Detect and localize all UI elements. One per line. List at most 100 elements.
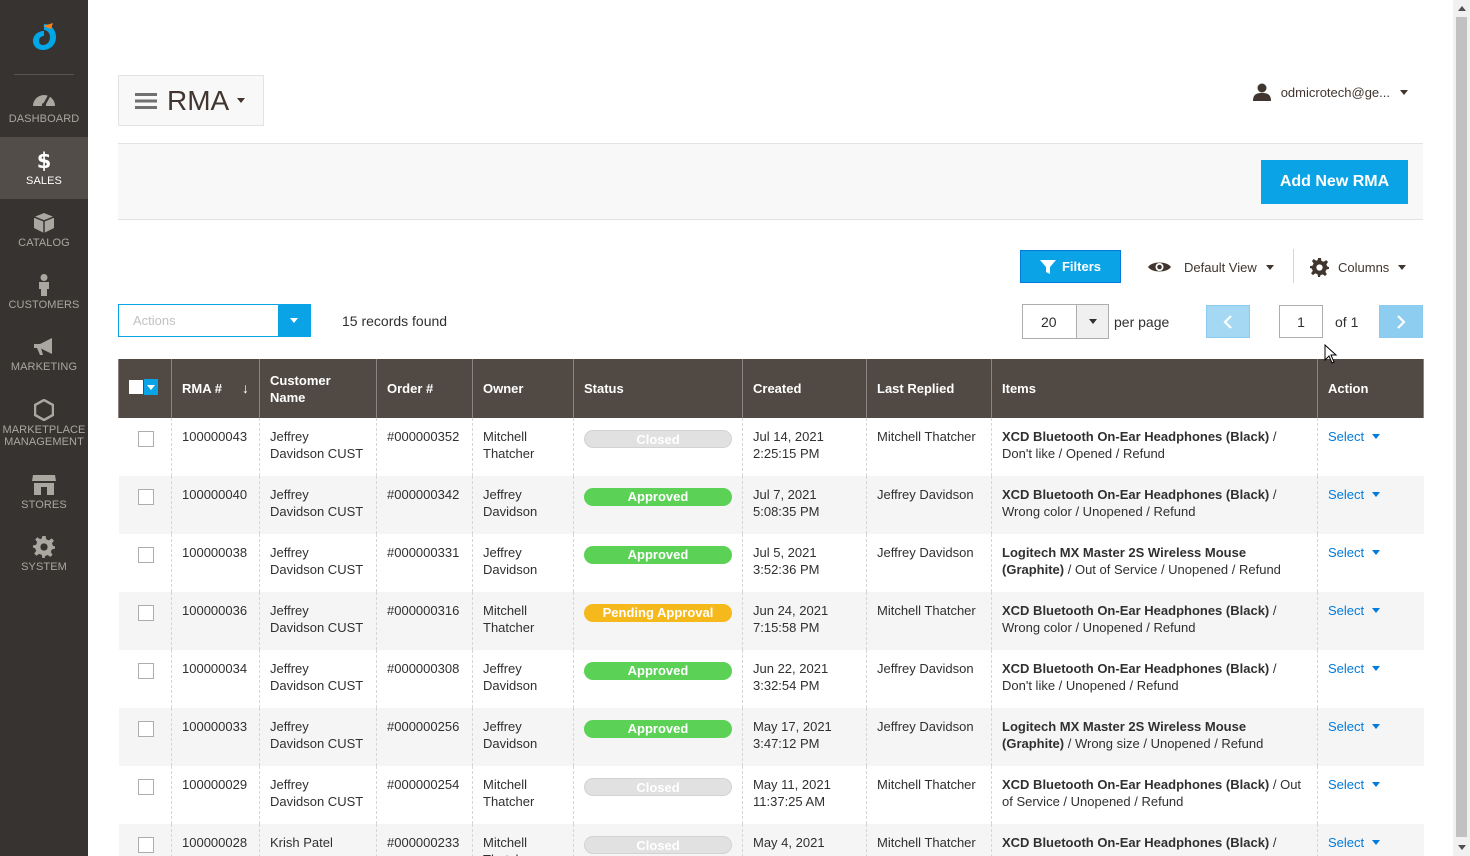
sidebar-item-sales[interactable]: $ Sales: [0, 137, 88, 199]
column-header-order[interactable]: Order #: [376, 359, 473, 418]
created-date: Jul 14, 2021: [753, 429, 824, 444]
triangle-down-icon: [1457, 845, 1466, 850]
mass-select-header[interactable]: [118, 359, 172, 418]
actions-dropdown-toggle[interactable]: [278, 305, 310, 336]
sidebar-item-marketplace-management[interactable]: Marketplace Management: [0, 385, 88, 461]
row-action-select[interactable]: Select: [1328, 834, 1381, 851]
column-header-created[interactable]: Created: [742, 359, 867, 418]
columns-dropdown[interactable]: Columns: [1310, 256, 1407, 278]
scroll-up-arrow[interactable]: [1453, 0, 1470, 17]
scroll-down-arrow[interactable]: [1453, 839, 1470, 856]
created-time: 3:47:12 PM: [753, 736, 820, 751]
row-checkbox[interactable]: [137, 431, 154, 447]
mass-actions-select[interactable]: Actions: [118, 304, 311, 337]
column-header-status[interactable]: Status: [573, 359, 743, 418]
last-replied: Mitchell Thatcher: [866, 418, 992, 476]
mass-select-checkbox[interactable]: [129, 379, 158, 395]
sidebar-item-catalog[interactable]: Catalog: [0, 199, 88, 261]
status-badge: Closed: [584, 430, 732, 448]
magento-logo[interactable]: [14, 0, 74, 75]
owner-name: Jeffrey Davidson: [472, 476, 574, 534]
filters-label: Filters: [1061, 259, 1101, 274]
row-action-select[interactable]: Select: [1328, 602, 1381, 619]
megaphone-icon: [32, 336, 56, 358]
rma-number: 100000029: [171, 766, 260, 824]
row-checkbox[interactable]: [137, 605, 154, 621]
row-checkbox[interactable]: [137, 489, 154, 505]
sidebar-item-system[interactable]: System: [0, 523, 88, 585]
table-row[interactable]: 100000043 Jeffrey Davidson CUST #000000352…: [119, 418, 1424, 476]
sidebar-item-stores[interactable]: Stores: [0, 461, 88, 523]
table-row[interactable]: 100000028Krish Patel#000000233Mitchell T…: [118, 824, 1424, 856]
row-checkbox[interactable]: [137, 547, 154, 563]
previous-page-button[interactable]: [1206, 305, 1250, 338]
owner-name: Jeffrey Davidson: [472, 534, 574, 592]
sidebar-item-customers[interactable]: Customers: [0, 261, 88, 323]
row-checkbox[interactable]: [137, 837, 154, 853]
row-select-cell: [118, 824, 172, 856]
owner-name: Jeffrey Davidson: [472, 708, 574, 766]
row-checkbox[interactable]: [137, 779, 154, 795]
row-action-select[interactable]: Select: [1328, 660, 1381, 677]
table-row[interactable]: 100000040 Jeffrey Davidson CUST #000000342…: [118, 476, 1424, 534]
sidebar-item-label: System: [21, 560, 67, 573]
add-new-rma-button[interactable]: Add New RMA: [1261, 160, 1408, 204]
column-header-rma[interactable]: RMA # ↓: [171, 359, 260, 418]
user-account-menu[interactable]: odmicrotech@ge...: [1252, 82, 1408, 102]
default-view-dropdown[interactable]: Default View: [1147, 256, 1274, 278]
customer-name: Jeffrey Davidson CUST: [259, 476, 377, 534]
actions-placeholder: Actions: [133, 313, 176, 328]
current-page-input[interactable]: [1279, 305, 1323, 338]
status-cell: Closed: [573, 418, 743, 476]
per-page-label: per page: [1114, 314, 1170, 330]
row-select-cell: [119, 766, 172, 824]
row-action-select[interactable]: Select: [1328, 486, 1381, 503]
sidebar-item-dashboard[interactable]: Dashboard: [0, 75, 88, 137]
table-row[interactable]: 100000034 Jeffrey Davidson CUST #000000308…: [119, 650, 1424, 708]
filters-button[interactable]: Filters: [1020, 250, 1121, 283]
column-header-last-replied[interactable]: Last Replied: [866, 359, 992, 418]
sidebar-item-label: Marketing: [10, 360, 78, 373]
row-action-select[interactable]: Select: [1328, 544, 1381, 561]
status-cell: Pending Approval: [573, 592, 743, 650]
per-page-select[interactable]: 20: [1022, 304, 1109, 339]
items-cell: Logitech MX Master 2S Wireless Mouse (Gr…: [991, 708, 1318, 766]
vertical-scrollbar[interactable]: [1453, 0, 1470, 856]
next-page-button[interactable]: [1379, 305, 1423, 338]
mass-select-toggle[interactable]: [144, 379, 158, 395]
sidebar-item-marketing[interactable]: Marketing: [0, 323, 88, 385]
row-action-select[interactable]: Select: [1328, 718, 1381, 735]
item-name: XCD Bluetooth On-Ear Headphones (Black): [1002, 487, 1270, 502]
action-cell: Select: [1317, 534, 1424, 592]
scrollbar-thumb[interactable]: [1456, 17, 1467, 837]
user-icon: [1252, 83, 1271, 101]
customer-name: Jeffrey Davidson CUST: [259, 418, 377, 476]
table-row[interactable]: 100000038 Jeffrey Davidson CUST #000000331…: [119, 534, 1424, 592]
created-time: 3:52:36 PM: [753, 562, 820, 577]
row-checkbox[interactable]: [137, 663, 154, 679]
page-title: RMA: [167, 84, 230, 116]
table-row[interactable]: 100000033 Jeffrey Davidson CUST #000000256…: [118, 708, 1424, 766]
created-date: Jul 5, 2021: [753, 545, 817, 560]
row-select-cell: [118, 708, 172, 766]
chevron-down-icon: [1372, 782, 1381, 787]
row-checkbox[interactable]: [137, 721, 154, 737]
status-badge: Approved: [584, 720, 732, 738]
table-row[interactable]: 100000036 Jeffrey Davidson CUST #000000316…: [118, 592, 1424, 650]
owner-name: Mitchell Thatcher: [472, 418, 574, 476]
total-pages-label: of 1: [1335, 314, 1359, 330]
created-time: 11:37:25 AM: [753, 794, 826, 809]
column-header-customer-name[interactable]: Customer Name: [259, 359, 377, 418]
page-title-menu[interactable]: RMA: [118, 75, 264, 126]
column-header-owner[interactable]: Owner: [472, 359, 574, 418]
table-row[interactable]: 100000029 Jeffrey Davidson CUST #000000254…: [119, 766, 1424, 824]
order-number: #000000352: [376, 418, 473, 476]
owner-name: Mitchell Thatcher: [472, 824, 574, 856]
row-action-select[interactable]: Select: [1328, 776, 1381, 793]
chevron-down-icon: [1372, 840, 1381, 845]
chevron-down-icon: [1372, 434, 1381, 439]
column-header-items[interactable]: Items: [991, 359, 1318, 418]
per-page-dropdown-toggle[interactable]: [1076, 305, 1108, 338]
customer-name: Krish Patel: [259, 824, 377, 856]
row-action-select[interactable]: Select: [1328, 428, 1381, 445]
